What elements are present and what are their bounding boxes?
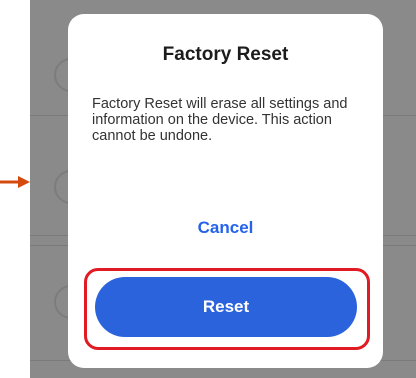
reset-button[interactable]: Reset [95,277,357,337]
dialog-message: Factory Reset will erase all settings an… [92,96,348,144]
cancel-button[interactable]: Cancel [68,214,383,242]
callout-arrow-icon [0,176,30,188]
dialog-title: Factory Reset [162,44,289,65]
